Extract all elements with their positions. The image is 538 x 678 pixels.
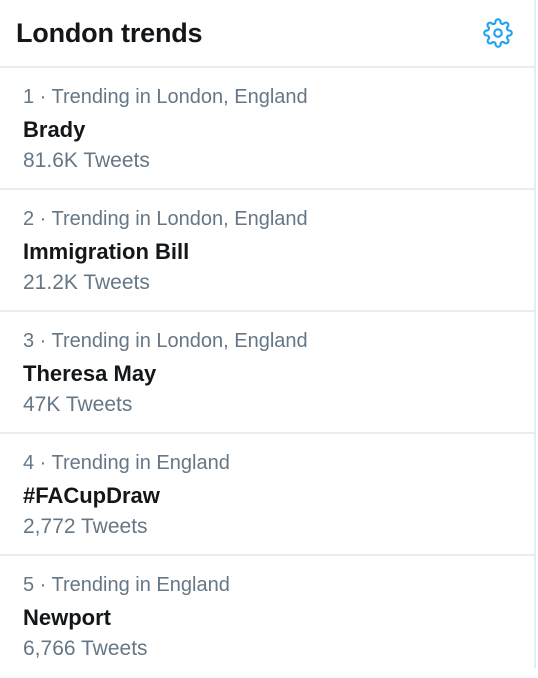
settings-button[interactable]	[482, 17, 514, 49]
trend-context: Trending in London, England	[51, 330, 308, 352]
trend-item-5[interactable]: 5 · Trending in England Newport 6,766 Tw…	[0, 556, 534, 678]
trend-rank: 1	[23, 86, 35, 108]
trend-tweet-count: 6,766 Tweets	[23, 637, 148, 660]
trend-name[interactable]: #FACupDraw	[23, 483, 512, 509]
trend-name[interactable]: Newport	[23, 605, 512, 631]
trends-panel: London trends 1 · Trending in London, En…	[0, 0, 536, 668]
trends-header: London trends	[0, 0, 534, 68]
trend-separator: ·	[34, 574, 52, 596]
trend-tweet-count: 47K Tweets	[23, 393, 133, 416]
gear-icon	[483, 18, 513, 48]
trend-context: Trending in England	[51, 574, 230, 596]
trend-rank: 2	[23, 208, 35, 230]
trend-rank: 4	[23, 452, 35, 474]
trend-context: Trending in London, England	[51, 208, 308, 230]
trend-meta: 3 · Trending in London, England	[23, 330, 512, 352]
trend-meta: 1 · Trending in London, England	[23, 86, 512, 108]
trend-tweet-count: 2,772 Tweets	[23, 515, 148, 538]
trend-separator: ·	[34, 86, 52, 108]
trend-meta: 2 · Trending in London, England	[23, 208, 512, 230]
trend-context: Trending in England	[51, 452, 230, 474]
trend-separator: ·	[34, 330, 52, 352]
trend-name[interactable]: Theresa May	[23, 361, 512, 387]
trend-tweet-count: 21.2K Tweets	[23, 271, 150, 294]
trend-tweet-count: 81.6K Tweets	[23, 149, 150, 172]
trend-rank: 5	[23, 574, 35, 596]
trend-separator: ·	[34, 208, 52, 230]
trend-name[interactable]: Immigration Bill	[23, 239, 512, 265]
trend-item-3[interactable]: 3 · Trending in London, England Theresa …	[0, 312, 534, 434]
trends-title: London trends	[16, 17, 203, 48]
trend-item-4[interactable]: 4 · Trending in England #FACupDraw 2,772…	[0, 434, 534, 556]
trend-name[interactable]: Brady	[23, 117, 512, 143]
trend-item-2[interactable]: 2 · Trending in London, England Immigrat…	[0, 190, 534, 312]
trend-separator: ·	[34, 452, 52, 474]
trend-meta: 5 · Trending in England	[23, 574, 512, 596]
trend-rank: 3	[23, 330, 35, 352]
trend-context: Trending in London, England	[51, 86, 308, 108]
trend-meta: 4 · Trending in England	[23, 452, 512, 474]
trend-item-1[interactable]: 1 · Trending in London, England Brady 81…	[0, 68, 534, 190]
